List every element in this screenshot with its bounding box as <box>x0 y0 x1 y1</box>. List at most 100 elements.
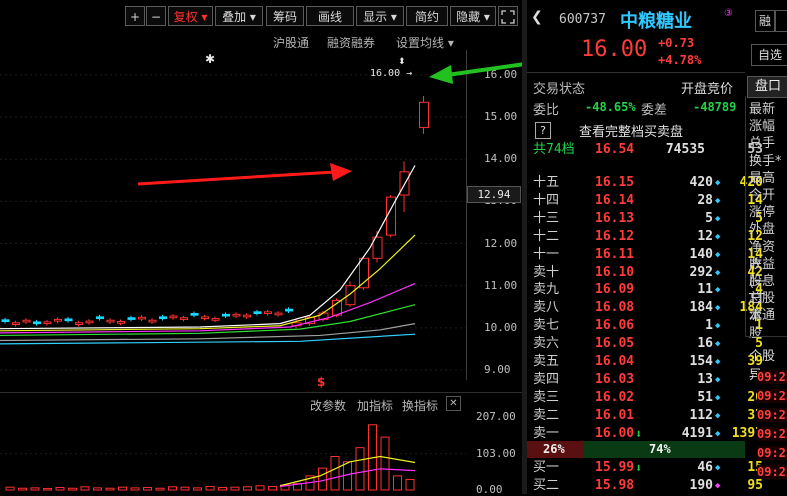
summary-stat-label: 涨停 <box>749 205 776 221</box>
volume-bar <box>155 487 165 491</box>
ask-level-row[interactable]: 卖八 16.08 184 ◆ 184 <box>527 299 787 317</box>
diamond-icon: ◆ <box>715 410 721 421</box>
level-label: 十二 <box>533 228 560 244</box>
activity-time[interactable]: 09:25 <box>757 465 787 479</box>
simple-mode-button[interactable]: 简约 <box>406 6 448 26</box>
bid-level-row[interactable]: 买二 15.98 190 ◆ 95 <box>527 477 787 495</box>
volume-bar <box>405 478 415 491</box>
more-button[interactable] <box>775 10 787 32</box>
bid-ask-ratio-label: 委比 <box>533 103 560 118</box>
close-indicator-icon[interactable]: ✕ <box>446 396 461 411</box>
hk-connect-link[interactable]: 沪股通 <box>273 34 309 51</box>
diamond-icon: ◆ <box>715 303 721 314</box>
stock-code: 600737 <box>559 12 606 27</box>
ask-level-row[interactable]: 卖六 16.05 16 ◆ 5 <box>527 335 787 353</box>
candle <box>54 318 62 322</box>
last-price-marker: 16.00 → <box>370 68 413 79</box>
candle <box>169 315 178 319</box>
candle <box>243 314 251 318</box>
stock-name: 中粮糖业 <box>620 11 692 32</box>
activity-time[interactable]: 09:25 <box>757 427 787 441</box>
candlestick-plot[interactable] <box>0 50 470 380</box>
total-levels-label: 共74档 <box>533 142 575 157</box>
level-volume: 140 <box>689 246 713 262</box>
ask-level-row[interactable]: 卖四16.0313◆7 <box>527 371 787 389</box>
expand-icon[interactable] <box>498 6 518 26</box>
ask-level-row[interactable]: 卖五 16.04 154 ◆ 39 <box>527 353 787 371</box>
crosshair-price-tag: 12.94 <box>467 186 521 203</box>
zoom-in-button[interactable]: + <box>125 6 145 26</box>
volume-bar <box>118 486 127 491</box>
volume-bar <box>168 486 177 491</box>
green-annotation-arrow <box>429 62 526 84</box>
ask-level-row[interactable]: 卖九 16.09 11 ◆ 4 <box>527 281 787 299</box>
candle <box>138 316 146 320</box>
level-volume: 184 <box>689 300 713 316</box>
overlay-label: 叠加 <box>222 10 247 24</box>
back-arrow-icon[interactable]: ❮ <box>531 9 543 25</box>
diamond-icon: ◆ <box>715 463 721 473</box>
volume-bar <box>143 487 152 491</box>
activity-time[interactable]: 09:25 <box>757 446 787 460</box>
activity-time[interactable]: 09:25 <box>757 370 787 384</box>
ma-settings-dropdown[interactable]: 设置均线 ▾ <box>396 34 454 51</box>
ask-level-row[interactable]: 十一 16.11 140 ◆ 14 <box>527 246 787 264</box>
ask-level-row[interactable]: 卖二 16.01 112 ◆ 37 <box>527 407 787 425</box>
level-label: 卖五 <box>533 354 560 369</box>
zoom-out-button[interactable]: − <box>146 6 166 26</box>
level-volume: 190 <box>689 478 713 493</box>
dividend-event-marker[interactable]: $ <box>317 375 325 389</box>
diamond-icon: ◆ <box>715 428 721 439</box>
volume-plot[interactable] <box>0 412 470 494</box>
candle <box>12 322 20 325</box>
volume-bar <box>268 485 277 491</box>
volume-bar <box>68 487 77 491</box>
level-volume: 154 <box>689 354 713 369</box>
volume-tick-label: 103.00 <box>476 446 516 460</box>
volume-bar <box>243 486 252 491</box>
watchlist-button[interactable]: 自选 <box>751 44 787 66</box>
ask-level-row[interactable]: 卖一 16.00 ⬇ 4191 ◆ 1397 <box>527 425 787 443</box>
draw-line-button[interactable]: 画线 <box>306 6 354 26</box>
candle <box>222 313 230 317</box>
level-volume: 28 <box>697 192 713 208</box>
candle <box>232 313 241 317</box>
level-volume: 12 <box>697 228 713 244</box>
overlay-button[interactable]: 叠加 ▾ <box>215 6 263 26</box>
adjust-button[interactable]: 复权 ▾ <box>168 6 213 26</box>
hide-button[interactable]: 隐藏 ▾ <box>450 6 496 26</box>
chips-button[interactable]: 筹码 <box>266 6 304 26</box>
volume-bar <box>205 485 215 491</box>
level-label: 十一 <box>533 246 560 262</box>
level-label: 卖一 <box>533 425 560 441</box>
ask-level-row[interactable]: 十三 16.13 5 ◆ 5 <box>527 210 787 228</box>
candle <box>180 317 188 320</box>
activity-time[interactable]: 09:25 <box>757 389 787 403</box>
ask-level-row[interactable]: 十二 16.12 12 ◆ 12 <box>527 228 787 246</box>
level-price: 16.12 <box>595 228 635 244</box>
ask-level-row[interactable]: 十四 16.14 28 ◆ 14 <box>527 192 787 210</box>
full-order-book-link[interactable]: 查看完整档买卖盘 <box>579 121 683 140</box>
bid-level-row[interactable]: 买一 15.99 ⬇ 46 ◆ 15 <box>527 459 787 477</box>
diamond-icon: ◆ <box>715 285 721 296</box>
activity-time[interactable]: 09:25 <box>757 408 787 422</box>
display-label: 显示 <box>363 10 388 24</box>
candle <box>106 319 115 323</box>
ask-level-row[interactable]: 十五 16.15 420 ◆ 420 <box>527 174 787 192</box>
volume-tick-label: 207.00 <box>476 410 516 423</box>
help-icon[interactable]: ? <box>535 122 551 139</box>
candle <box>190 313 199 316</box>
down-arrow-icon: ⬇ <box>635 461 643 475</box>
summary-stat-label: 涨幅 <box>749 119 776 135</box>
candle <box>264 311 272 315</box>
margin-button[interactable]: 融 <box>755 10 775 32</box>
ask-level-row[interactable]: 卖十 16.10 292 ◆ 42 <box>527 264 787 282</box>
ask-level-row[interactable]: 卖七 16.06 1 ◆ 1 <box>527 317 787 335</box>
display-button[interactable]: 显示 ▾ <box>356 6 404 26</box>
tab-order-book[interactable]: 盘口 <box>747 76 787 98</box>
ask-level-row[interactable]: 卖三 16.02 51 ◆ 26 <box>527 389 787 407</box>
candle <box>274 312 283 316</box>
level-label: 卖二 <box>533 407 560 423</box>
chevron-down-icon: ▾ <box>390 10 397 24</box>
margin-trading-link[interactable]: 融资融券 <box>327 34 375 51</box>
